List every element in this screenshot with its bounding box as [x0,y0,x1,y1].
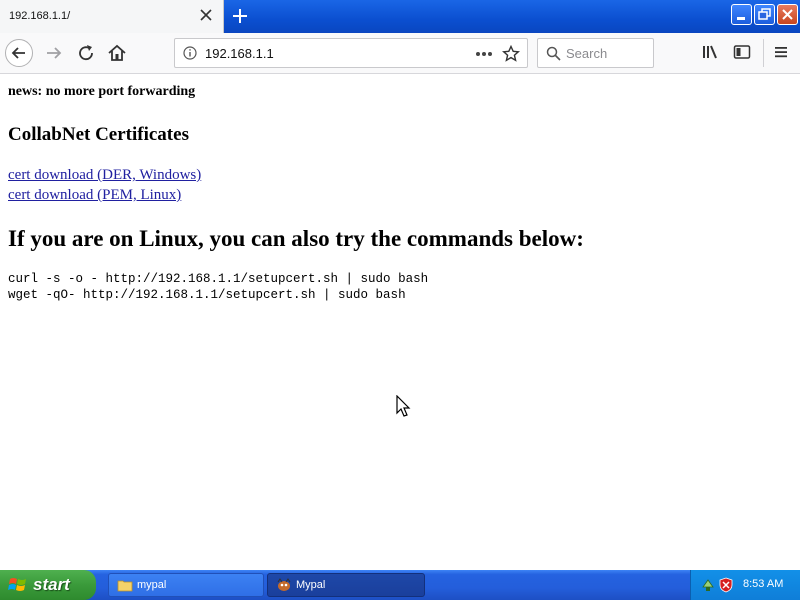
page-content: news: no more port forwarding CollabNet … [0,74,800,570]
title-bar: 192.168.1.1/ [0,0,800,33]
start-button[interactable]: start [0,570,96,600]
address-bar[interactable]: 192.168.1.1 [174,38,528,68]
forward-button[interactable] [40,39,68,67]
news-text: news: no more port forwarding [8,84,196,99]
reload-icon [79,45,93,61]
start-label: start [33,575,70,594]
tab-close-icon[interactable] [199,8,213,22]
browser-tab[interactable]: 192.168.1.1/ [0,0,224,33]
library-icon[interactable] [700,42,720,62]
url-text[interactable]: 192.168.1.1 [205,46,274,61]
security-shield-icon[interactable] [719,577,733,593]
network-icon[interactable] [701,577,715,593]
certificates-heading: CollabNet Certificates [8,124,189,145]
menu-hamburger-icon[interactable] [771,42,791,62]
minimize-icon [737,17,745,20]
system-tray: 8:53 AM [690,570,800,600]
taskbar-item-mypal-browser[interactable]: Mypal [267,573,425,597]
folder-icon [117,580,133,592]
cert-download-der-link[interactable]: cert download (DER, Windows) [8,167,201,184]
back-arrow-icon [11,47,25,59]
close-icon [782,9,793,20]
taskbar-item-label: mypal [137,579,167,591]
curl-command: curl -s -o - http://192.168.1.1/setupcer… [8,272,429,286]
linux-heading: If you are on Linux, you can also try th… [8,226,584,251]
mypal-browser-icon [277,578,291,591]
clock: 8:53 AM [743,578,784,590]
search-input[interactable] [566,45,646,61]
tab-title: 192.168.1.1/ [9,10,71,22]
taskbar-item-mypal-folder[interactable]: mypal [108,573,264,597]
mouse-pointer-icon [396,395,411,417]
cert-download-pem-link[interactable]: cert download (PEM, Linux) [8,187,181,204]
reload-button[interactable] [72,39,100,67]
restore-button[interactable] [754,4,775,25]
page-actions-icon[interactable] [475,51,493,57]
windows-flag-icon [8,578,26,591]
taskbar-item-label: Mypal [296,579,326,591]
sidebar-icon[interactable] [732,42,752,62]
home-icon [108,44,126,61]
search-bar[interactable] [537,38,654,68]
bookmark-star-icon[interactable] [502,45,520,63]
info-icon[interactable] [183,46,197,60]
restore-icon [758,8,771,20]
navigation-toolbar: 192.168.1.1 [0,33,800,74]
back-button[interactable] [5,39,33,67]
minimize-button[interactable] [731,4,752,25]
forward-arrow-icon [47,47,62,59]
wget-command: wget -qO- http://192.168.1.1/setupcert.s… [8,288,406,302]
home-button[interactable] [103,39,131,67]
taskbar: start mypal Mypal 8:53 AM [0,570,800,600]
toolbar-divider [763,39,764,67]
new-tab-icon[interactable] [230,6,250,26]
search-icon [546,46,561,61]
close-window-button[interactable] [777,4,798,25]
